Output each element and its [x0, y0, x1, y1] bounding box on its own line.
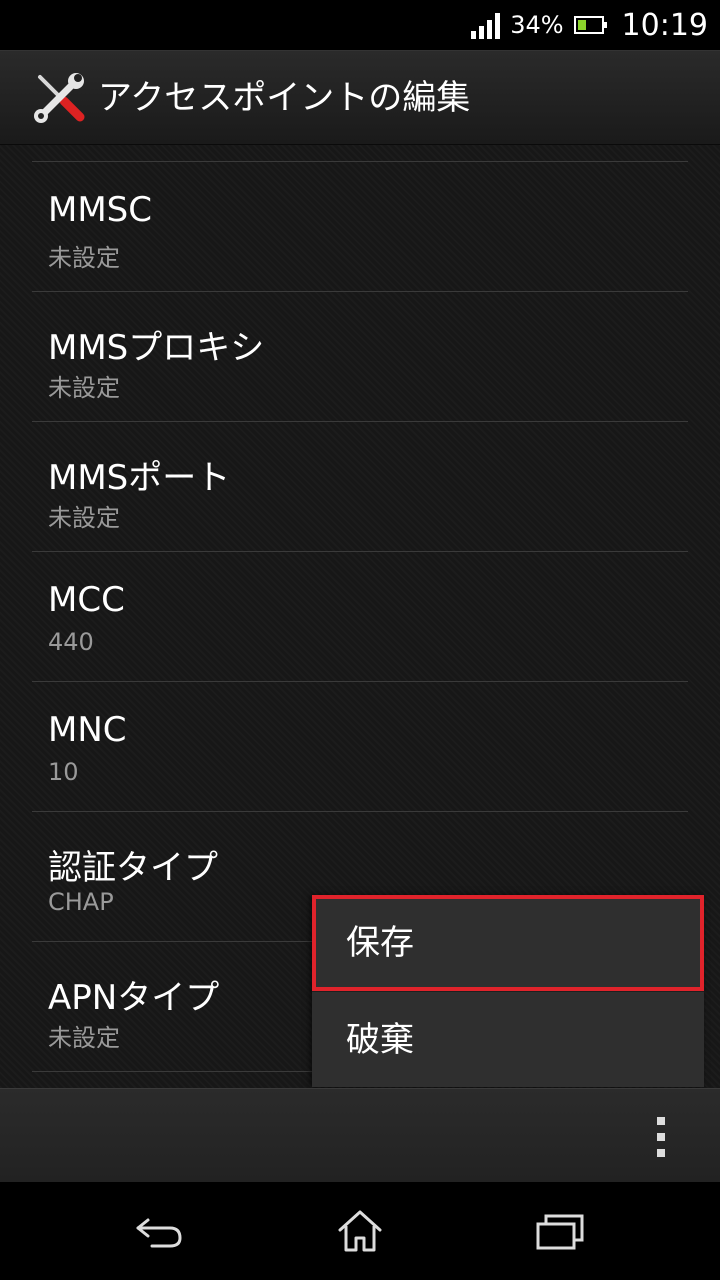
setting-title: MCC	[48, 580, 125, 620]
setting-mnc[interactable]: MNC 10	[32, 681, 688, 811]
setting-title: MNC	[48, 710, 127, 750]
signal-icon	[471, 11, 501, 39]
setting-title: MMSプロキシ	[48, 328, 265, 368]
options-menu: 保存 破棄	[312, 895, 704, 1087]
setting-value: 440	[48, 628, 94, 656]
setting-mcc[interactable]: MCC 440	[32, 551, 688, 681]
back-icon[interactable]	[130, 1206, 190, 1256]
setting-value: 10	[48, 758, 79, 786]
navigation-bar	[0, 1182, 720, 1280]
setting-value: 未設定	[48, 244, 120, 272]
setting-title: MMSC	[48, 190, 152, 230]
clock: 10:19	[621, 7, 708, 43]
discard-menu-item[interactable]: 破棄	[312, 991, 704, 1087]
recent-apps-icon[interactable]	[530, 1206, 590, 1256]
bottom-action-bar	[0, 1088, 720, 1182]
setting-title: MMSポート	[48, 458, 231, 498]
setting-title: 認証タイプ	[48, 848, 218, 888]
setting-value: 未設定	[48, 374, 120, 402]
setting-mms-proxy[interactable]: MMSプロキシ 未設定	[32, 291, 688, 421]
battery-icon	[573, 16, 607, 34]
setting-value: 未設定	[48, 1024, 120, 1052]
status-icons: 34% 10:19	[471, 0, 708, 50]
more-vertical-icon[interactable]	[646, 1117, 676, 1157]
setting-value: CHAP	[48, 888, 114, 916]
save-menu-item[interactable]: 保存	[312, 895, 704, 991]
wrench-screwdriver-icon	[34, 73, 85, 123]
battery-percent: 34%	[510, 11, 564, 39]
page-title: アクセスポイントの編集	[98, 78, 471, 118]
home-icon[interactable]	[330, 1206, 390, 1256]
setting-title: APNタイプ	[48, 978, 220, 1018]
setting-mms-port[interactable]: MMSポート 未設定	[32, 421, 688, 551]
status-bar: 34% 10:19	[0, 0, 720, 50]
setting-value: 未設定	[48, 504, 120, 532]
action-bar: アクセスポイントの編集	[0, 50, 720, 145]
setting-mmsc[interactable]: MMSC 未設定	[32, 161, 688, 291]
